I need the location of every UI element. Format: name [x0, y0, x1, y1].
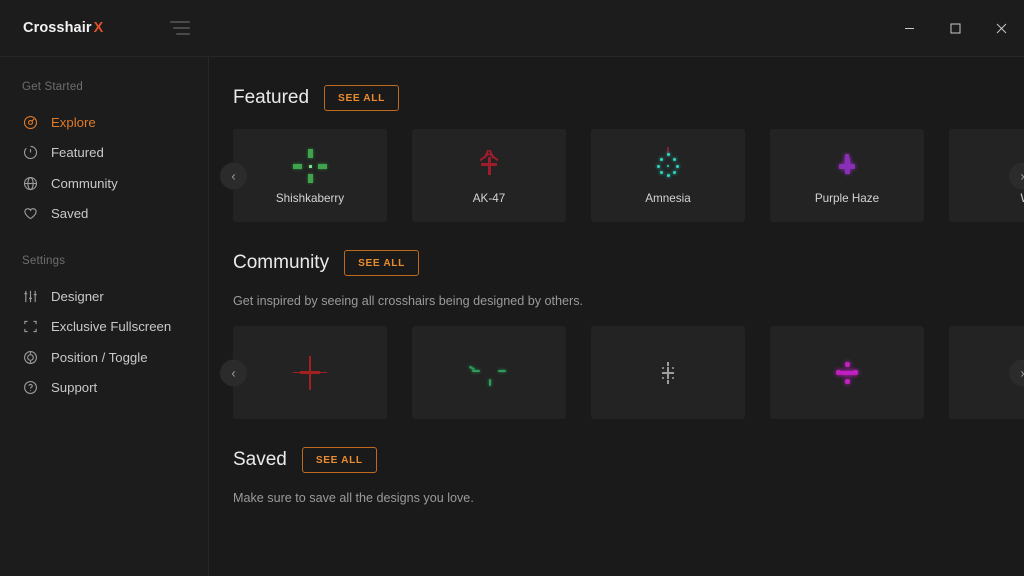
see-all-saved-button[interactable]: SEE ALL [302, 447, 377, 473]
sidebar-item-designer[interactable]: Designer [0, 281, 208, 312]
saved-subtitle: Make sure to save all the designs you lo… [233, 491, 1024, 505]
crosshair-preview [820, 146, 874, 186]
see-all-featured-button[interactable]: SEE ALL [324, 85, 399, 111]
app-title: Crosshair [23, 20, 92, 36]
see-all-community-button[interactable]: SEE ALL [344, 250, 419, 276]
community-carousel: ‹ [233, 326, 1024, 419]
sidebar-item-label: Position / Toggle [51, 350, 148, 365]
window-controls [886, 0, 1024, 57]
card-label: Purple Haze [815, 192, 879, 205]
sidebar-item-label: Community [51, 176, 118, 191]
community-card-3[interactable] [591, 326, 745, 419]
hamburger-line [176, 33, 190, 35]
featured-prev-button[interactable]: ‹ [220, 162, 247, 189]
community-card-4[interactable] [770, 326, 924, 419]
sidebar-item-label: Featured [51, 145, 104, 160]
cyan-dotted-crosshair-icon [646, 144, 690, 188]
compass-icon [22, 114, 39, 131]
globe-icon [22, 175, 39, 192]
card-label: W [1020, 192, 1024, 205]
sidebar-item-position-toggle[interactable]: Position / Toggle [0, 342, 208, 373]
section-featured: Featured SEE ALL ‹ Shishkaberry [210, 57, 1024, 222]
help-icon [22, 379, 39, 396]
crosshair-preview [462, 146, 516, 186]
hamburger-line [170, 21, 190, 23]
crosshair-preview [641, 146, 695, 186]
sidebar-item-label: Exclusive Fullscreen [51, 319, 171, 334]
section-community: Community SEE ALL Get inspired by seeing… [210, 222, 1024, 419]
sidebar-item-featured[interactable]: Featured [0, 138, 208, 169]
community-card-2[interactable] [412, 326, 566, 419]
crosshair-preview [283, 146, 337, 186]
main-content: Featured SEE ALL ‹ Shishkaberry [210, 57, 1024, 576]
maximize-icon[interactable] [932, 0, 978, 57]
purple-cross-crosshair-icon [825, 144, 869, 188]
sidebar-item-support[interactable]: Support [0, 373, 208, 404]
saved-header: Saved SEE ALL [233, 447, 1024, 473]
crosshair-preview [283, 353, 337, 393]
gray-dotted-crosshair-icon [646, 351, 690, 395]
crosshair-preview [641, 353, 695, 393]
hamburger-line [173, 27, 190, 29]
sidebar-item-label: Support [51, 380, 97, 395]
card-label: Amnesia [645, 192, 690, 205]
red-thin-plus-crosshair-icon [288, 351, 332, 395]
green-dashes-crosshair-icon [467, 351, 511, 395]
page-title-community: Community [233, 252, 329, 274]
featured-card-purple-haze[interactable]: Purple Haze [770, 129, 924, 222]
sliders-icon [22, 288, 39, 305]
sidebar-item-exclusive-fullscreen[interactable]: Exclusive Fullscreen [0, 312, 208, 343]
page-title-saved: Saved [233, 449, 287, 471]
page-title-featured: Featured [233, 87, 309, 109]
title-bar: CrosshairX [0, 0, 1024, 57]
magenta-dots-crosshair-icon [825, 351, 869, 395]
sidebar: Get Started Explore Featured [0, 57, 209, 576]
sidebar-item-explore[interactable]: Explore [0, 107, 208, 138]
community-header: Community SEE ALL [233, 250, 1024, 276]
sidebar-group-label-settings: Settings [0, 255, 208, 267]
crosshair-preview [462, 353, 516, 393]
hamburger-icon[interactable] [170, 21, 192, 35]
featured-carousel: ‹ Shishkaberry AK- [233, 129, 1024, 222]
app-logo: CrosshairX [23, 20, 103, 36]
sidebar-group-label-get-started: Get Started [0, 81, 208, 93]
sidebar-item-community[interactable]: Community [0, 168, 208, 199]
green-cross-crosshair-icon [288, 144, 332, 188]
crosshair-preview [820, 353, 874, 393]
close-icon[interactable] [978, 0, 1024, 57]
featured-card-shishkaberry[interactable]: Shishkaberry [233, 129, 387, 222]
target-icon [22, 349, 39, 366]
featured-card-list: Shishkaberry AK-47 [233, 129, 1024, 222]
card-label: Shishkaberry [276, 192, 344, 205]
clock-icon [22, 144, 39, 161]
app-title-accent: X [94, 20, 104, 36]
featured-card-amnesia[interactable]: Amnesia [591, 129, 745, 222]
red-arrow-crosshair-icon [467, 144, 511, 188]
community-prev-button[interactable]: ‹ [220, 359, 247, 386]
heart-icon [22, 205, 39, 222]
community-card-1[interactable] [233, 326, 387, 419]
minimize-icon[interactable] [886, 0, 932, 57]
card-label: AK-47 [473, 192, 505, 205]
sidebar-list-get-started: Explore Featured Community [0, 107, 208, 229]
sidebar-item-label: Explore [51, 115, 96, 130]
sidebar-item-label: Saved [51, 206, 88, 221]
featured-card-ak-47[interactable]: AK-47 [412, 129, 566, 222]
community-subtitle: Get inspired by seeing all crosshairs be… [233, 294, 1024, 308]
sidebar-item-saved[interactable]: Saved [0, 199, 208, 230]
sidebar-list-settings: Designer Exclusive Fullscreen Position /… [0, 281, 208, 403]
section-saved: Saved SEE ALL Make sure to save all the … [210, 419, 1024, 505]
sidebar-item-label: Designer [51, 289, 104, 304]
community-card-list [233, 326, 1024, 419]
fullscreen-icon [22, 318, 39, 335]
sidebar-spacer [0, 229, 208, 255]
featured-header: Featured SEE ALL [233, 85, 1024, 111]
